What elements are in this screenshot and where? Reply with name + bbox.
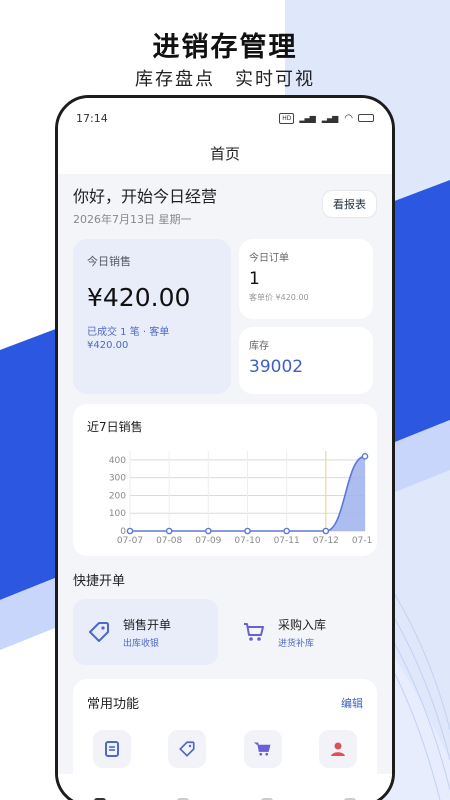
edit-functions-button[interactable]: 编辑 (341, 695, 363, 711)
chart-point (283, 527, 290, 535)
main-content: 你好，开始今日经营 2026年7月13日 星期一 看报表 今日销售 ¥420.0… (58, 186, 392, 789)
promo-header: 进销存管理 库存盘点 实时可视 (0, 30, 450, 92)
document-icon (105, 741, 119, 757)
function-cart-button[interactable] (243, 730, 282, 768)
chart-xtick-label: 07-11 (274, 536, 300, 546)
greeting-title: 你好，开始今日经营 (73, 187, 218, 206)
page-title: 首页 (58, 138, 392, 174)
sales-today-label: 今日销售 (87, 255, 131, 268)
chart-xtick-label: 07-10 (234, 536, 260, 546)
purchase-inbound-title: 采购入库 (278, 617, 327, 632)
quick-section-title: 快捷开单 (73, 574, 126, 589)
hd-icon: HD (279, 112, 295, 124)
phone-frame: 17:14 HD ▂▄▆ ▂▄▆ ◠ 首页 你好，开始今日经营 2026年7月1… (55, 95, 395, 800)
inventory-card[interactable]: 库存 39002 (239, 327, 373, 394)
functions-title: 常用功能 (87, 697, 140, 712)
cart-icon (253, 742, 271, 756)
chart-point (165, 527, 173, 535)
status-bar: 17:14 HD ▂▄▆ ▂▄▆ ◠ (58, 98, 392, 138)
sales-today-amount: ¥420.00 (87, 283, 191, 312)
purchase-inbound-sub: 进货补库 (278, 638, 315, 649)
chart-ytick-label: 300 (109, 474, 126, 484)
chart-xtick-label: 07-12 (313, 536, 339, 546)
tab-bar (58, 774, 392, 800)
chart-ytick-label: 100 (109, 509, 126, 519)
status-time: 17:14 (76, 111, 108, 125)
chart-ytick-label: 200 (109, 491, 126, 501)
sales-order-title: 销售开单 (123, 617, 172, 632)
promo-title: 进销存管理 (152, 32, 298, 63)
orders-today-card[interactable]: 今日订单 1 客单价 ¥420.00 (239, 239, 373, 319)
sales-today-meta: 已成交 1 笔 · 客单 (87, 327, 170, 338)
wifi-icon: ◠ (344, 112, 353, 124)
tag-icon (179, 741, 195, 757)
tag-icon (89, 622, 109, 642)
sales-chart-card: 400 300 200 100 0 07-07 07-08 07-09 07-10 07-11 07… (73, 404, 377, 556)
chart-title: 近7日销售 (87, 420, 143, 434)
cart-icon (244, 623, 264, 641)
orders-today-label: 今日订单 (249, 253, 289, 264)
inventory-label: 库存 (249, 341, 269, 352)
sales-today-card[interactable]: 今日销售 ¥420.00 已成交 1 笔 · 客单 ¥420.00 (73, 239, 231, 394)
common-functions-card: 常用功能 编辑 (73, 679, 377, 789)
greeting-date: 2026年7月13日 星期一 (73, 213, 192, 226)
chart-point (244, 527, 251, 535)
greeting-row: 你好，开始今日经营 2026年7月13日 星期一 看报表 (73, 186, 377, 227)
sales-today-meta-value: ¥420.00 (87, 340, 129, 351)
chart-point (205, 527, 212, 535)
orders-today-value: 1 (249, 269, 260, 289)
chart-xtick-label: 07-13 (352, 536, 373, 546)
user-icon (330, 742, 345, 756)
sales-order-sub: 出库收银 (123, 638, 160, 649)
sales-order-button[interactable]: 销售开单 出库收银 (73, 599, 218, 665)
chart-xtick-label: 07-09 (195, 536, 221, 546)
chart-point (322, 527, 330, 535)
purchase-inbound-button[interactable]: 采购入库 进货补库 (228, 599, 373, 665)
signal-icon: ▂▄▆ (299, 113, 315, 123)
chart-ytick-label: 400 (109, 456, 126, 466)
battery-icon (358, 114, 374, 122)
signal2-icon: ▂▄▆ (321, 113, 338, 123)
stats-row: 今日销售 ¥420.00 已成交 1 笔 · 客单 ¥420.00 今日订单 1… (73, 239, 377, 394)
function-user-button[interactable] (318, 730, 357, 768)
view-report-button[interactable]: 看报表 (322, 190, 377, 218)
chart-point (361, 453, 369, 460)
function-document-button[interactable] (93, 730, 131, 768)
quick-actions: 销售开单 出库收银 采购入库 进货补库 (73, 599, 377, 665)
chart-xtick-label: 07-08 (156, 536, 182, 546)
orders-today-sub: 客单价 ¥420.00 (249, 293, 309, 302)
inventory-value: 39002 (249, 357, 304, 377)
chart-xtick-label: 07-07 (117, 536, 143, 546)
function-tag-button[interactable] (168, 730, 207, 768)
status-icons: HD ▂▄▆ ▂▄▆ ◠ (279, 112, 374, 124)
promo-subtitle: 库存盘点 实时可视 (135, 69, 315, 90)
chart-point (126, 527, 134, 535)
